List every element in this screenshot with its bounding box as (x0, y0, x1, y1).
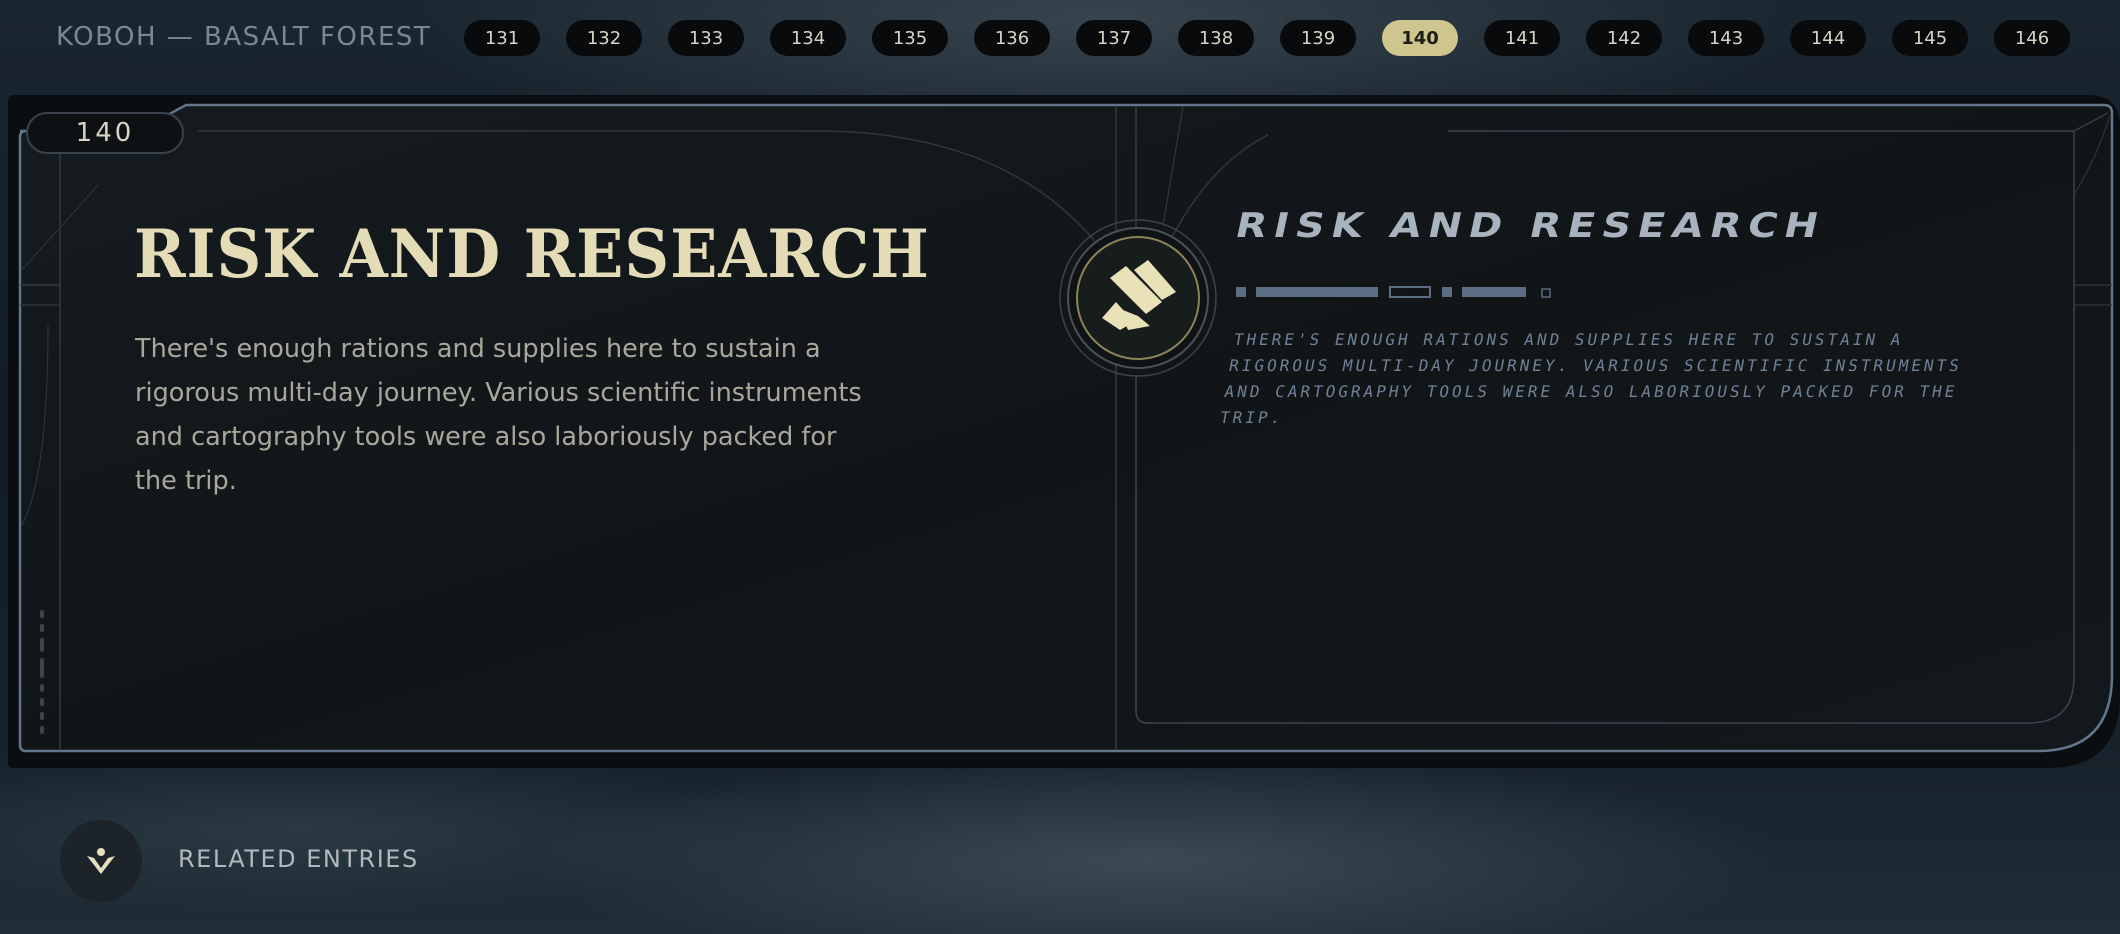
entry-tab-134[interactable]: 134 (770, 20, 846, 56)
entry-panel: 140 RISK AND RESEARCH There's enough rat… (8, 95, 2120, 768)
entry-tab-141[interactable]: 141 (1484, 20, 1560, 56)
location-title: KOBOH — BASALT FOREST (56, 22, 432, 52)
related-entries-icon (87, 848, 115, 874)
decorative-divider (1236, 286, 1551, 298)
entry-tab-136[interactable]: 136 (974, 20, 1050, 56)
entry-tab-143[interactable]: 143 (1688, 20, 1764, 56)
entry-tab-133[interactable]: 133 (668, 20, 744, 56)
entry-tab-138[interactable]: 138 (1178, 20, 1254, 56)
entry-tab-145[interactable]: 145 (1892, 20, 1968, 56)
entry-tab-135[interactable]: 135 (872, 20, 948, 56)
entry-title: RISK AND RESEARCH (134, 215, 930, 293)
related-entries-button[interactable] (60, 820, 142, 902)
entry-tab-142[interactable]: 142 (1586, 20, 1662, 56)
entry-number-badge: 140 (26, 112, 184, 154)
related-entries-label[interactable]: RELATED ENTRIES (178, 845, 419, 873)
entry-tab-137[interactable]: 137 (1076, 20, 1152, 56)
entry-tab-140[interactable]: 140 (1382, 20, 1458, 56)
entry-tabs: 131 132 133 134 135 136 137 138 139 140 141 142 143 1… (464, 20, 2070, 56)
entry-tab-132[interactable]: 132 (566, 20, 642, 56)
aurebesh-title: RISK AND RESEARCH (1231, 206, 1829, 246)
aurebesh-body: There's enough rations and supplies here… (1218, 330, 1964, 427)
entry-tab-139[interactable]: 139 (1280, 20, 1356, 56)
entry-tab-131[interactable]: 131 (464, 20, 540, 56)
top-bar: KOBOH — BASALT FOREST 131 132 133 134 135 136… (0, 0, 2120, 76)
databank-crate-icon (1059, 219, 1217, 377)
entry-tab-146[interactable]: 146 (1994, 20, 2070, 56)
side-indicator-dots (40, 610, 44, 734)
entry-body: There's enough rations and supplies here… (135, 334, 862, 496)
entry-tab-144[interactable]: 144 (1790, 20, 1866, 56)
